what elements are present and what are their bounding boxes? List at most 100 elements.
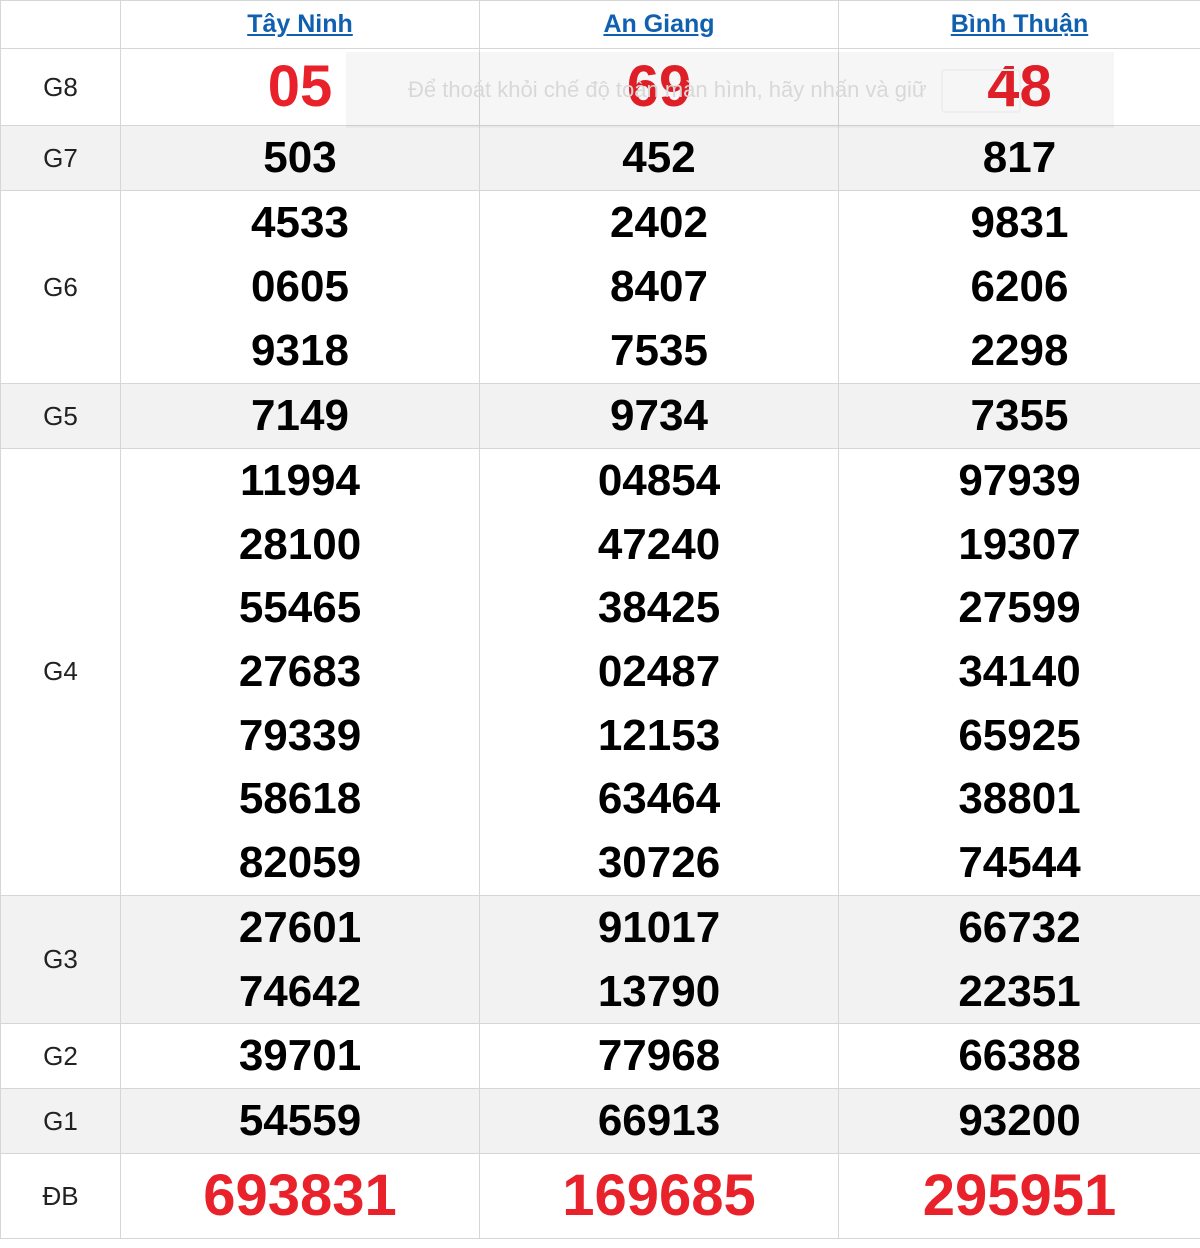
result-cell: 9734 — [479, 383, 839, 449]
result-number: 169685 — [562, 1163, 756, 1229]
prize-label: G7 — [0, 125, 121, 191]
header-row: Tây Ninh An Giang Bình Thuận — [0, 0, 1200, 49]
prize-row-g7: G7 503 452 817 — [0, 125, 1200, 191]
prize-label: G8 — [0, 48, 121, 126]
result-number: 27683 — [238, 647, 362, 697]
result-number: 63464 — [597, 774, 721, 824]
prize-row-g3: G3 27601 74642 91017 13790 66732 22351 — [0, 894, 1200, 1025]
result-number: 30726 — [597, 838, 721, 888]
result-number: 04854 — [597, 456, 721, 505]
province-header: Bình Thuận — [838, 0, 1200, 49]
result-number: 452 — [622, 133, 696, 182]
result-number: 48 — [987, 54, 1052, 119]
prize-label: G3 — [0, 894, 121, 1025]
result-cell: 2402 8407 7535 — [479, 190, 839, 384]
result-cell: 27601 74642 — [120, 894, 480, 1025]
result-number: 69 — [626, 54, 692, 119]
result-number: 2298 — [970, 326, 1069, 375]
result-cell: 69 — [479, 48, 839, 126]
result-number: 79339 — [238, 710, 362, 760]
province-link-binh-thuan[interactable]: Bình Thuận — [951, 10, 1088, 38]
result-number: 4533 — [251, 198, 349, 247]
result-number: 2402 — [610, 198, 708, 247]
result-number: 47240 — [597, 519, 721, 569]
result-cell: 817 — [838, 125, 1200, 191]
lottery-results-table: Tây Ninh An Giang Bình Thuận G8 05 69 48… — [0, 0, 1200, 1240]
result-number: 54559 — [238, 1096, 362, 1146]
result-number: 8407 — [610, 262, 708, 311]
result-number: 28100 — [238, 519, 362, 569]
prize-row-g2: G2 39701 77968 66388 — [0, 1023, 1200, 1090]
result-number: 82059 — [238, 838, 362, 888]
result-cell: 97939 19307 27599 34140 65925 38801 7454… — [838, 448, 1200, 896]
province-header: Tây Ninh — [120, 0, 480, 49]
prize-row-g4: G4 11994 28100 55465 27683 79339 58618 8… — [0, 448, 1200, 896]
result-number: 6206 — [970, 262, 1069, 311]
result-number: 38425 — [597, 583, 721, 633]
prize-label: G6 — [0, 190, 121, 384]
result-number: 9734 — [610, 391, 708, 440]
result-number: 693831 — [203, 1163, 397, 1229]
result-number: 27599 — [958, 583, 1081, 633]
result-number: 97939 — [958, 456, 1081, 505]
prize-row-special: ĐB 693831 169685 295951 — [0, 1153, 1200, 1240]
result-cell: 66732 22351 — [838, 894, 1200, 1025]
result-cell: 04854 47240 38425 02487 12153 63464 3072… — [479, 448, 839, 896]
prize-label: G1 — [0, 1088, 121, 1155]
result-cell: 693831 — [120, 1153, 480, 1240]
result-number: 55465 — [238, 583, 362, 633]
result-number: 05 — [267, 54, 333, 119]
result-cell: 91017 13790 — [479, 894, 839, 1025]
result-cell: 7149 — [120, 383, 480, 449]
result-cell: 66388 — [838, 1023, 1200, 1090]
result-cell: 295951 — [838, 1153, 1200, 1240]
result-number: 38801 — [958, 774, 1081, 824]
result-number: 0605 — [251, 262, 349, 311]
result-cell: 11994 28100 55465 27683 79339 58618 8205… — [120, 448, 480, 896]
prize-label: ĐB — [0, 1153, 121, 1240]
result-number: 11994 — [240, 456, 360, 505]
result-number: 65925 — [958, 710, 1081, 760]
province-link-an-giang[interactable]: An Giang — [603, 10, 714, 38]
result-number: 817 — [982, 133, 1057, 182]
prize-row-g1: G1 54559 66913 93200 — [0, 1088, 1200, 1155]
prize-label: G4 — [0, 448, 121, 896]
result-cell: 503 — [120, 125, 480, 191]
result-number: 19307 — [958, 519, 1081, 569]
result-number: 58618 — [238, 774, 362, 824]
result-number: 74544 — [958, 838, 1081, 888]
result-number: 503 — [263, 133, 337, 182]
result-number: 66388 — [958, 1031, 1081, 1081]
province-header: An Giang — [479, 0, 839, 49]
result-cell: 39701 — [120, 1023, 480, 1090]
result-number: 22351 — [958, 966, 1081, 1016]
result-cell: 48 — [838, 48, 1200, 126]
prize-row-g5: G5 7149 9734 7355 — [0, 383, 1200, 449]
result-cell: 4533 0605 9318 — [120, 190, 480, 384]
result-number: 7355 — [970, 391, 1069, 440]
result-cell: 66913 — [479, 1088, 839, 1155]
result-number: 9318 — [251, 326, 349, 375]
result-cell: 169685 — [479, 1153, 839, 1240]
corner-cell — [0, 0, 121, 49]
prize-label: G5 — [0, 383, 121, 449]
result-number: 39701 — [238, 1031, 362, 1081]
result-cell: 77968 — [479, 1023, 839, 1090]
prize-row-g6: G6 4533 0605 9318 2402 8407 7535 9831 62… — [0, 190, 1200, 384]
result-number: 7535 — [610, 326, 708, 375]
result-cell: 7355 — [838, 383, 1200, 449]
province-link-tay-ninh[interactable]: Tây Ninh — [247, 10, 353, 38]
prize-row-g8: G8 05 69 48 — [0, 48, 1200, 126]
result-number: 93200 — [958, 1096, 1081, 1146]
result-cell: 93200 — [838, 1088, 1200, 1155]
result-number: 295951 — [922, 1163, 1117, 1229]
result-cell: 452 — [479, 125, 839, 191]
result-number: 91017 — [597, 902, 721, 952]
result-cell: 05 — [120, 48, 480, 126]
result-number: 7149 — [251, 391, 349, 440]
result-number: 9831 — [970, 198, 1069, 247]
result-number: 74642 — [238, 966, 362, 1016]
result-number: 34140 — [958, 647, 1081, 697]
result-number: 02487 — [597, 647, 721, 697]
result-number: 66732 — [958, 902, 1081, 952]
